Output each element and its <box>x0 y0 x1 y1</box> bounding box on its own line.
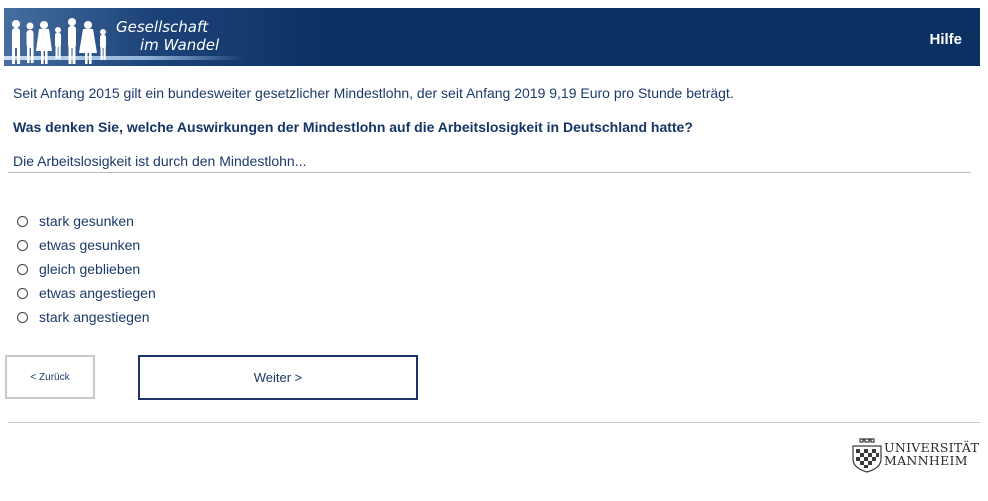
option-label: stark gesunken <box>39 213 134 229</box>
radio-button[interactable] <box>17 263 28 275</box>
back-button[interactable]: < Zurück <box>5 355 95 399</box>
radio-button[interactable] <box>17 287 28 299</box>
header-banner: Gesellschaft im Wandel Hilfe <box>4 8 980 66</box>
radio-button[interactable] <box>17 215 28 227</box>
option-label: stark angestiegen <box>39 309 150 325</box>
option-label: etwas gesunken <box>39 237 141 253</box>
footer-divider <box>8 422 980 423</box>
university-crest-icon <box>852 438 882 473</box>
option-label: gleich geblieben <box>39 261 141 277</box>
option-stark-angestiegen[interactable]: stark angestiegen <box>17 305 156 329</box>
option-label: etwas angestiegen <box>39 285 156 301</box>
brand-title: Gesellschaft im Wandel <box>116 18 219 54</box>
question-text: Was denken Sie, welche Auswirkungen der … <box>13 119 693 135</box>
university-logo: UNIVERSITÄT MANNHEIM <box>850 437 982 473</box>
help-link[interactable]: Hilfe <box>929 31 962 48</box>
brand-line-1: Gesellschaft <box>116 18 209 36</box>
radio-button[interactable] <box>17 311 28 323</box>
question-stem: Die Arbeitslosigkeit ist durch den Minde… <box>13 153 307 169</box>
option-etwas-gesunken[interactable]: etwas gesunken <box>17 233 156 257</box>
next-button[interactable]: Weiter > <box>138 355 418 400</box>
divider <box>8 172 971 173</box>
university-name: UNIVERSITÄT MANNHEIM <box>884 441 979 467</box>
people-silhouettes-icon <box>12 18 106 64</box>
answer-options: stark gesunken etwas gesunken gleich geb… <box>17 209 156 329</box>
option-stark-gesunken[interactable]: stark gesunken <box>17 209 156 233</box>
logo-line-2: MANNHEIM <box>884 453 968 468</box>
brand-line-2: im Wandel <box>140 36 220 54</box>
intro-text: Seit Anfang 2015 gilt ein bundesweiter g… <box>13 85 734 101</box>
radio-button[interactable] <box>17 239 28 251</box>
option-gleich-geblieben[interactable]: gleich geblieben <box>17 257 156 281</box>
option-etwas-angestiegen[interactable]: etwas angestiegen <box>17 281 156 305</box>
